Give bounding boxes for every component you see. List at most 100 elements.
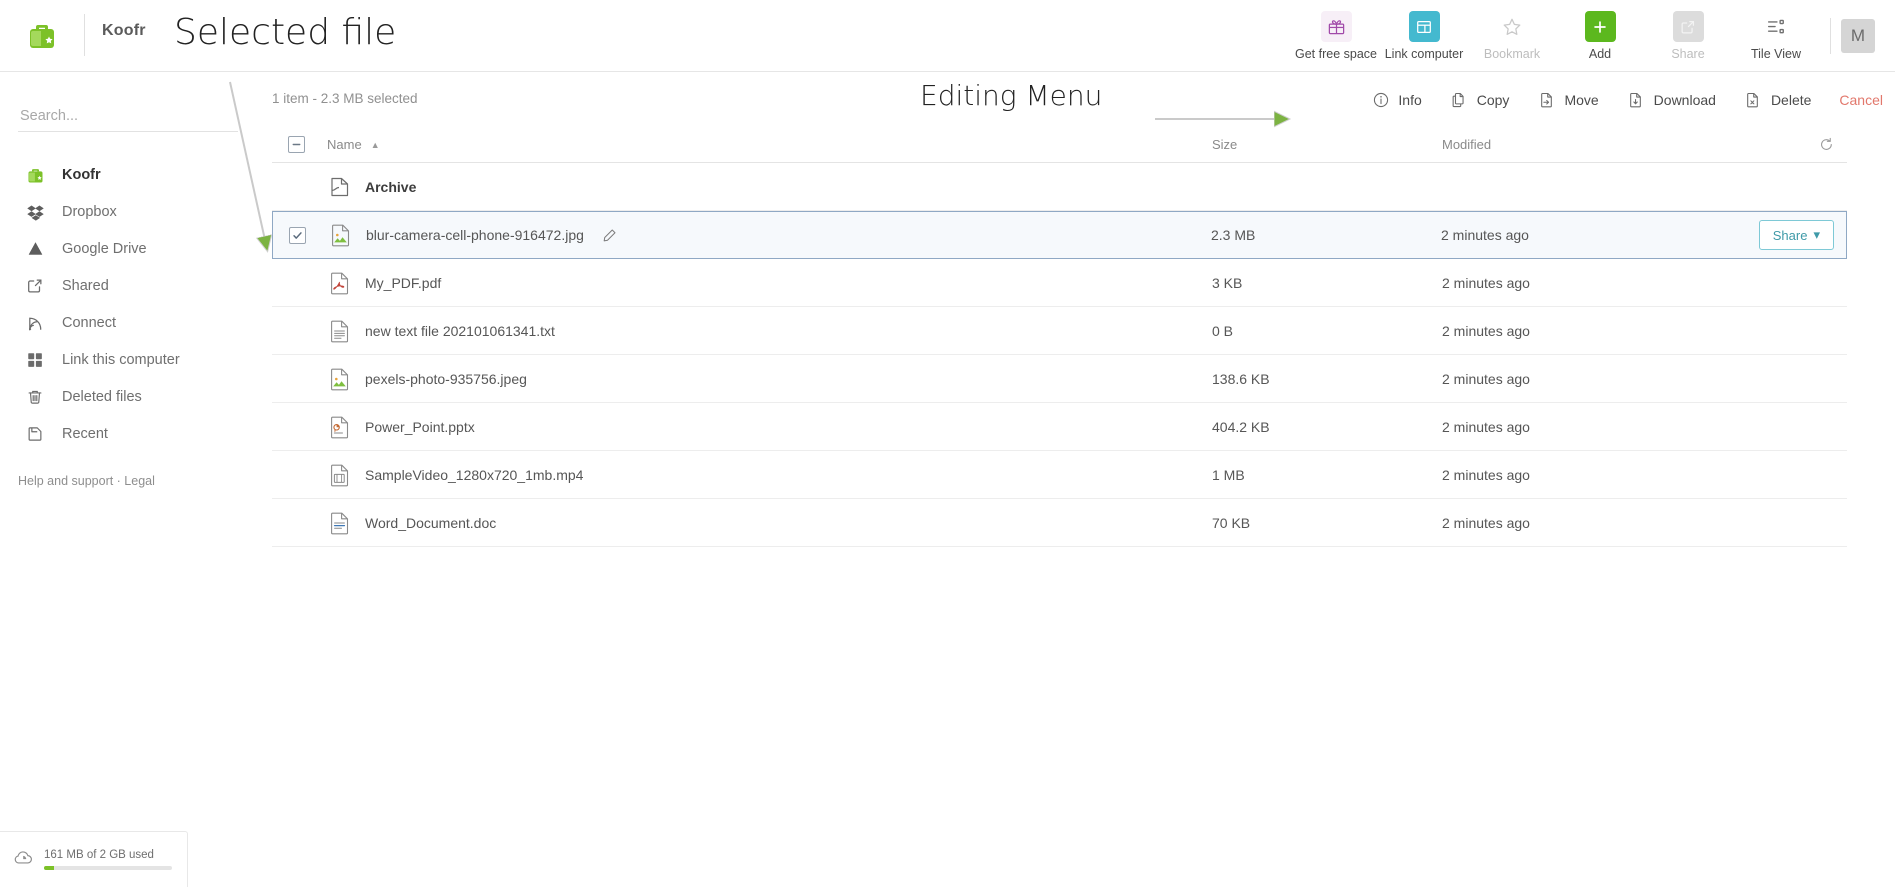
add-button[interactable]: Add	[1556, 2, 1644, 70]
file-name-group: SampleVideo_1280x720_1mb.mp4	[327, 462, 583, 488]
row-size-cell: 404.2 KB	[1212, 418, 1270, 435]
window-link-icon	[1408, 11, 1440, 42]
row-modified-cell: 2 minutes ago	[1441, 227, 1529, 243]
tile-view-icon	[1761, 11, 1792, 42]
file-name-group: blur-camera-cell-phone-916472.jpg	[328, 222, 584, 248]
search-container	[18, 104, 238, 132]
sidebar-item-dropbox[interactable]: Dropbox	[0, 194, 272, 230]
share-button-disabled[interactable]: Share	[1644, 2, 1732, 70]
column-header-modified[interactable]: Modified	[1442, 137, 1727, 152]
move-button[interactable]: Move	[1523, 84, 1612, 115]
sidebar-item-shared[interactable]: Shared	[0, 268, 272, 304]
file-name-label: Word_Document.doc	[365, 514, 497, 531]
move-arrow-icon	[1537, 90, 1556, 109]
table-header-row: Name ▲ Size Modified	[272, 127, 1847, 163]
sidebar-item-connect[interactable]: Connect	[0, 305, 272, 341]
share-square-icon	[1672, 11, 1704, 42]
pptx-file-icon	[327, 414, 353, 440]
refresh-button[interactable]	[1727, 136, 1847, 153]
row-name-cell: My_PDF.pdf	[320, 270, 1212, 296]
cloud-pie-icon	[12, 846, 34, 873]
selection-bar: 1 item - 2.3 MB selected Editing Menu In…	[272, 72, 1895, 127]
sidebar-item-label: Deleted files	[62, 389, 142, 405]
table-row[interactable]: SampleVideo_1280x720_1mb.mp4 1 MB 2 minute…	[272, 451, 1847, 499]
help-and-legal-links[interactable]: Help and support · Legal	[18, 474, 155, 488]
column-header-name[interactable]: Name ▲	[320, 137, 1212, 152]
row-share-label: Share	[1772, 227, 1808, 243]
row-checkbox[interactable]	[273, 226, 321, 244]
row-size-cell: 3 KB	[1212, 274, 1243, 291]
table-row[interactable]: new text file 202101061341.txt 0 B 2 minut…	[272, 307, 1847, 355]
row-size-cell: 0 B	[1212, 322, 1234, 339]
get-free-space-label: Get free space	[1295, 47, 1377, 61]
file-name-label: Power_Point.pptx	[365, 418, 475, 435]
sidebar-item-recent[interactable]: Recent	[0, 416, 272, 452]
toolbar-divider	[1830, 18, 1831, 54]
row-modified-cell: 2 minutes ago	[1442, 322, 1530, 339]
download-icon	[1627, 90, 1646, 109]
search-input[interactable]	[18, 104, 238, 132]
image-file-icon	[327, 366, 353, 392]
table-row[interactable]: pexels-photo-935756.jpeg 138.6 KB 2 minute…	[272, 355, 1847, 403]
sidebar-item-label: Koofr	[62, 167, 101, 183]
column-header-size[interactable]: Size	[1212, 137, 1442, 152]
row-name-cell: SampleVideo_1280x720_1mb.mp4	[320, 462, 1212, 488]
row-modified-cell: 2 minutes ago	[1442, 418, 1530, 435]
table-row[interactable]: blur-camera-cell-phone-916472.jpg 2.3 MB 2…	[272, 211, 1847, 259]
copy-label: Copy	[1476, 91, 1510, 108]
delete-button[interactable]: Delete	[1730, 84, 1825, 115]
file-name-group: My_PDF.pdf	[327, 270, 441, 296]
info-label: Info	[1398, 91, 1422, 108]
row-name-cell: pexels-photo-935756.jpeg	[320, 366, 1212, 392]
row-size-cell: 70 KB	[1212, 514, 1251, 531]
cancel-button[interactable]: Cancel	[1825, 86, 1887, 114]
avatar[interactable]: M	[1841, 19, 1875, 53]
file-name-label: new text file 202101061341.txt	[365, 322, 555, 339]
sidebar-item-label: Google Drive	[62, 241, 147, 257]
sidebar-item-link-this-computer[interactable]: Link this computer	[0, 342, 272, 378]
recent-clock-icon	[24, 423, 46, 445]
table-row[interactable]: Power_Point.pptx 404.2 KB 2 minutes ago	[272, 403, 1847, 451]
main-content: 1 item - 2.3 MB selected Editing Menu In…	[272, 72, 1895, 887]
file-name-group: Power_Point.pptx	[327, 414, 475, 440]
table-row[interactable]: My_PDF.pdf 3 KB 2 minutes ago	[272, 259, 1847, 307]
plus-icon	[1584, 11, 1616, 42]
chevron-down-icon: ▾	[1813, 227, 1820, 242]
info-button[interactable]: Info	[1357, 84, 1435, 115]
row-modified-cell: 2 minutes ago	[1442, 370, 1530, 387]
sidebar-item-label: Shared	[62, 278, 109, 294]
file-name-label: SampleVideo_1280x720_1mb.mp4	[365, 466, 584, 483]
column-header-name-label: Name	[327, 137, 362, 152]
copy-button[interactable]: Copy	[1436, 84, 1524, 115]
row-size-cell: 138.6 KB	[1212, 370, 1270, 387]
bookmark-button[interactable]: Bookmark	[1468, 2, 1556, 70]
select-all-checkbox[interactable]	[272, 136, 320, 153]
row-name-cell: blur-camera-cell-phone-916472.jpg	[321, 222, 1211, 248]
get-free-space-button[interactable]: Get free space	[1292, 2, 1380, 70]
link-computer-button[interactable]: Link computer	[1380, 2, 1468, 70]
dropbox-icon	[24, 201, 46, 223]
row-modified-cell: 2 minutes ago	[1442, 274, 1530, 291]
row-share-button[interactable]: Share ▾	[1758, 220, 1834, 250]
sidebar-item-koofr[interactable]: Koofr	[0, 157, 272, 193]
table-row[interactable]: Archive	[272, 163, 1847, 211]
gift-icon	[1320, 11, 1352, 42]
download-button[interactable]: Download	[1613, 84, 1730, 115]
tile-view-button[interactable]: Tile View	[1732, 2, 1820, 70]
table-row[interactable]: Word_Document.doc 70 KB 2 minutes ago	[272, 499, 1847, 547]
storage-progress-bar	[44, 866, 172, 870]
move-label: Move	[1564, 91, 1599, 108]
doc-file-icon	[327, 510, 353, 536]
annotation-selected-file: Selected file	[174, 12, 397, 53]
koofr-logo[interactable]	[20, 14, 64, 58]
rename-pencil-icon[interactable]	[602, 227, 618, 243]
bookmark-label: Bookmark	[1483, 47, 1541, 61]
row-actions-cell: Share ▾	[1726, 220, 1846, 250]
row-name-cell: new text file 202101061341.txt	[320, 318, 1212, 344]
storage-widget[interactable]: 161 MB of 2 GB used	[0, 831, 188, 887]
refresh-icon	[1821, 137, 1832, 150]
sidebar-item-label: Recent	[62, 426, 108, 442]
sidebar-item-google-drive[interactable]: Google Drive	[0, 231, 272, 267]
sidebar-item-deleted-files[interactable]: Deleted files	[0, 379, 272, 415]
row-name-cell: Word_Document.doc	[320, 510, 1212, 536]
